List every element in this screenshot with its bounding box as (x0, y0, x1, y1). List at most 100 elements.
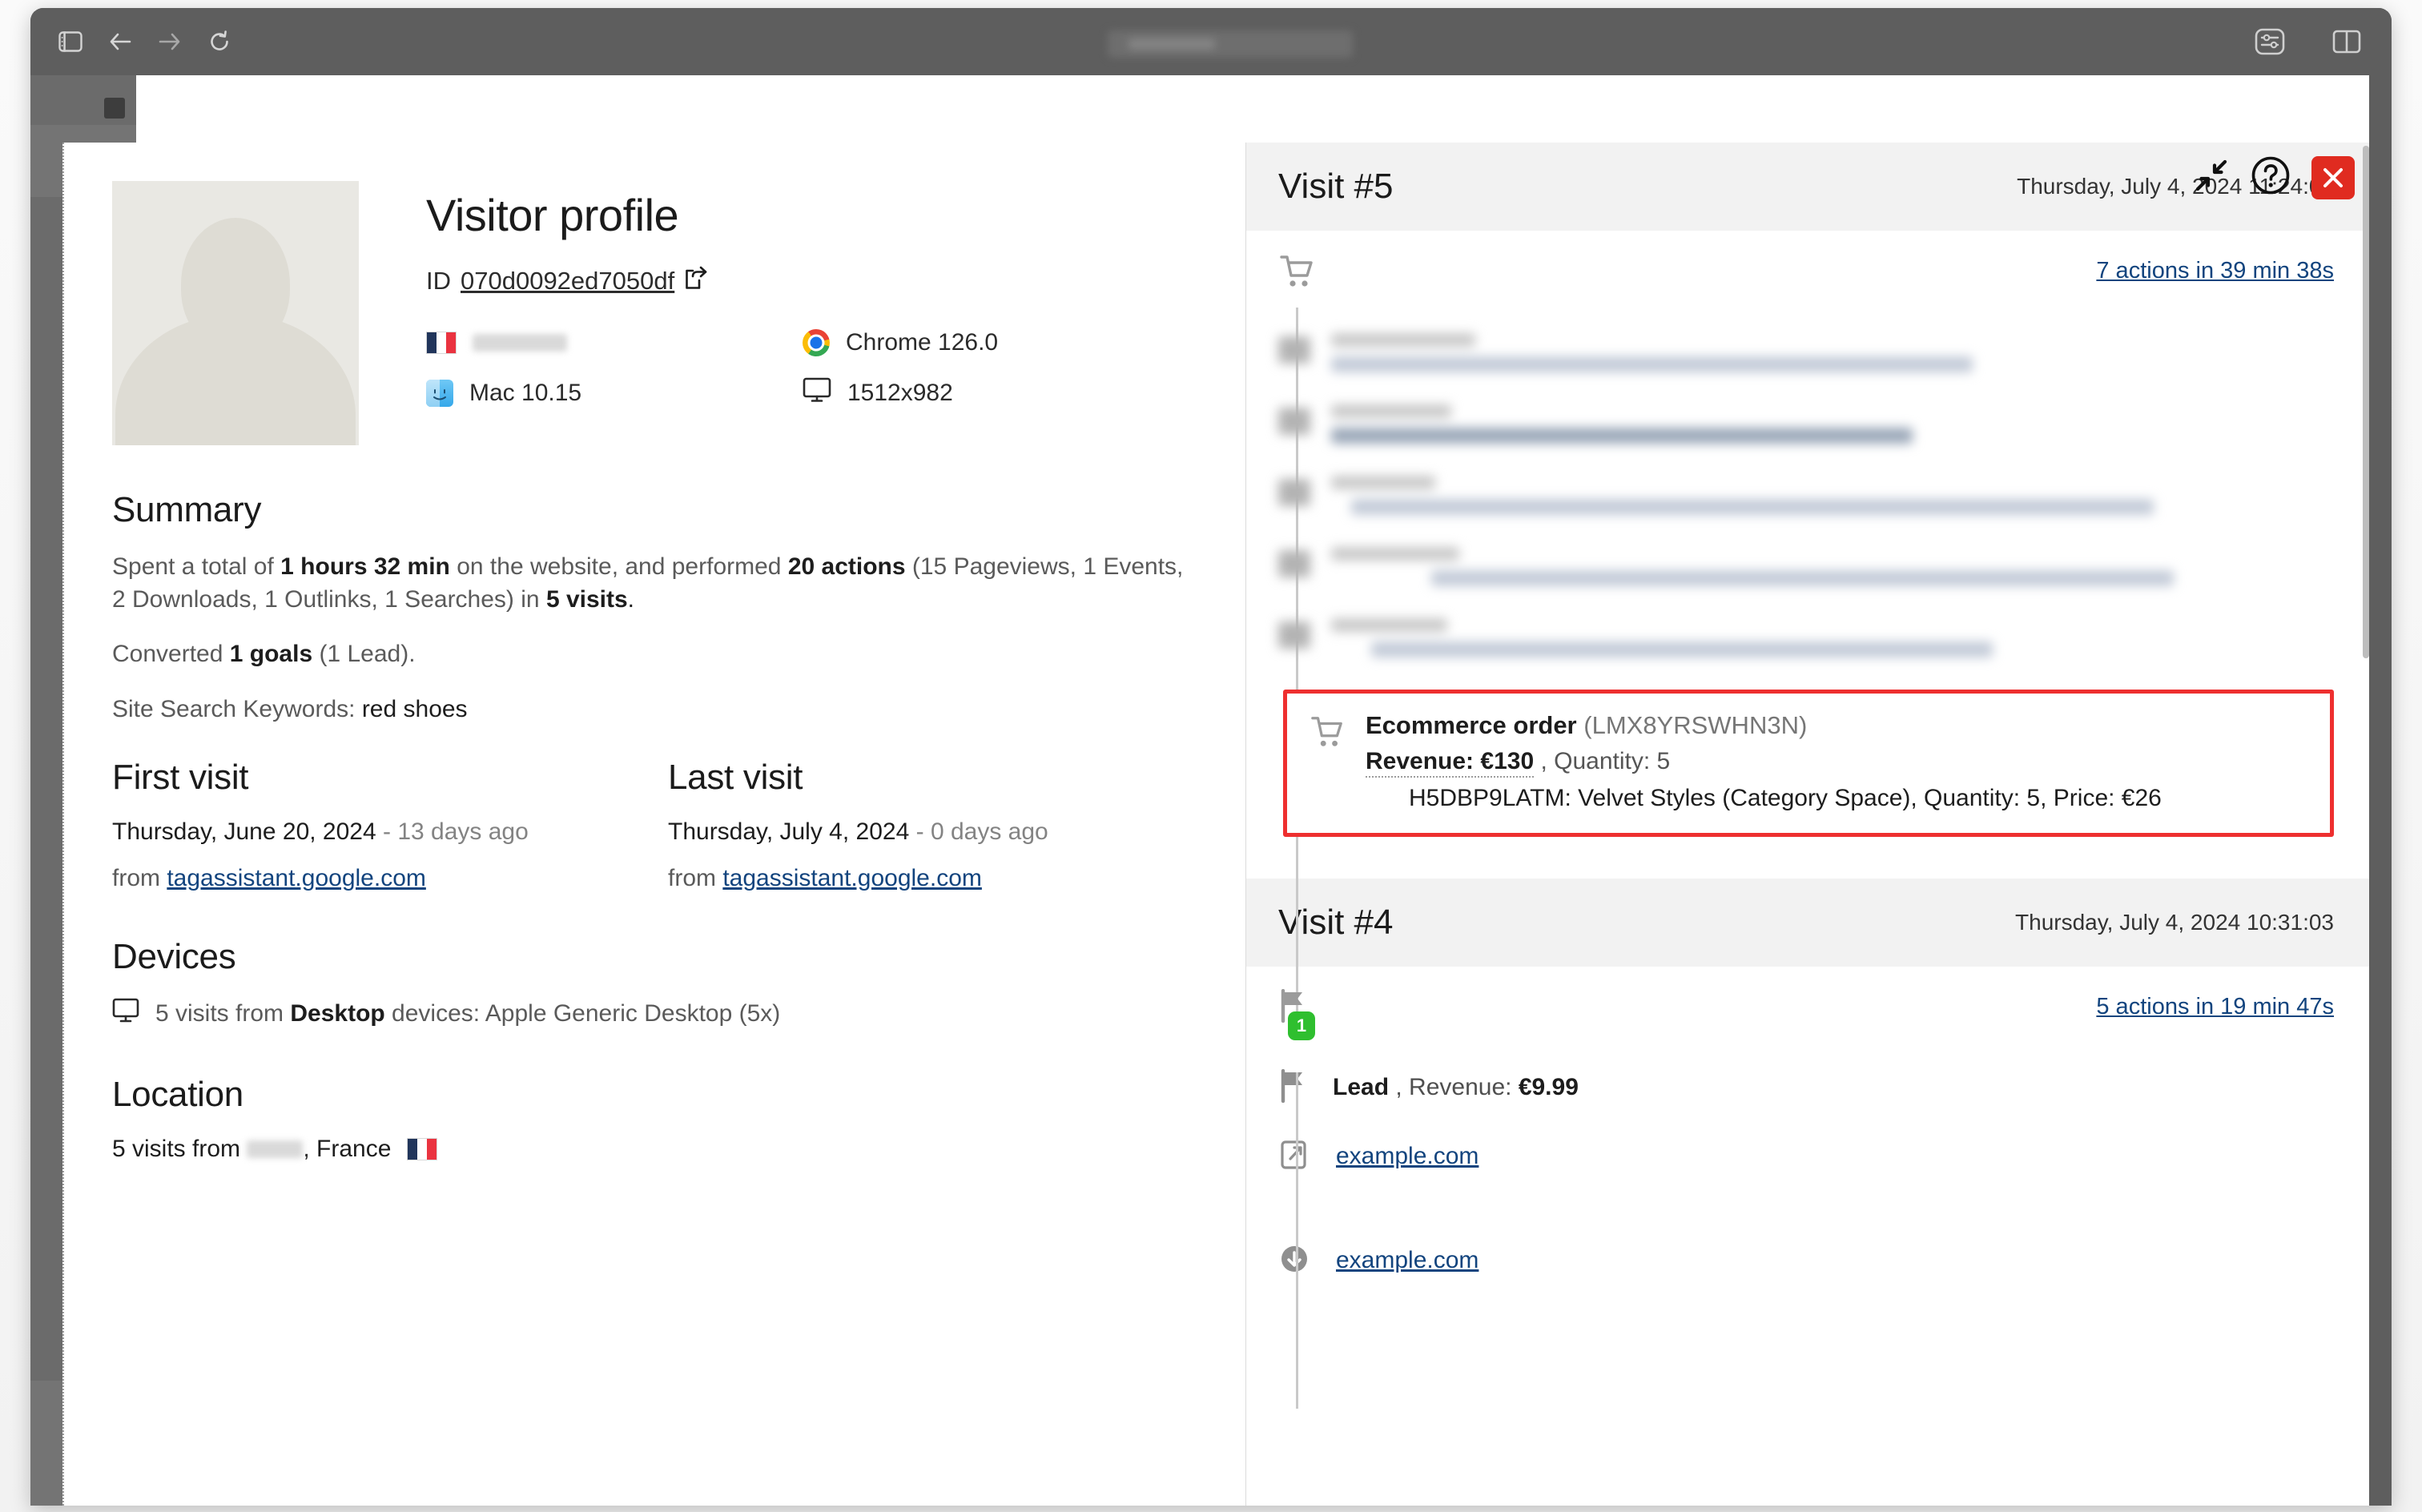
tab-overview-icon[interactable] (2326, 21, 2368, 62)
site-search-label: Site Search Keywords: (112, 695, 362, 722)
redacted-action-row (1278, 476, 2334, 525)
country-value-redacted (473, 334, 567, 352)
first-visit-block: First visit Thursday, June 20, 2024 - 13… (112, 758, 668, 892)
os-value: Mac 10.15 (469, 380, 582, 406)
visit-goal-flag-group: 1 (1278, 988, 1323, 1048)
visit-header: Visit #4 Thursday, July 4, 2024 10:31:03 (1246, 879, 2371, 967)
devices-type: Desktop (290, 1000, 385, 1027)
visit-title: Visit #5 (1278, 167, 1394, 206)
summary-l1-mid: on the website, and performed (449, 553, 788, 580)
desktop-monitor-icon (803, 377, 831, 409)
redacted-action-row (1278, 404, 2334, 453)
reload-icon[interactable] (199, 21, 240, 62)
profile-meta: Visitor profile ID 070d0092ed7050df Chro… (426, 181, 1196, 445)
summary-goals-count: 1 goals (229, 641, 313, 667)
avatar-body-shape (115, 314, 356, 445)
summary-actions-count: 20 actions (787, 553, 906, 580)
summary-heading: Summary (112, 490, 262, 529)
browser-toolbar (30, 8, 2392, 75)
shopping-cart-icon (1278, 253, 1315, 290)
last-visit-date-value: Thursday, July 4, 2024 (668, 818, 910, 845)
sidebar-toggle-icon[interactable] (50, 21, 91, 62)
external-link-icon[interactable] (684, 265, 708, 297)
visitor-id-value[interactable]: 070d0092ed7050df (461, 267, 674, 296)
order-label: Ecommerce order (1366, 711, 1577, 739)
outlink-link[interactable]: example.com (1336, 1143, 1479, 1170)
last-visit-referrer-link[interactable]: tagassistant.google.com (722, 865, 982, 891)
first-visit-heading: First visit (112, 758, 249, 797)
scrollbar-thumb[interactable] (2363, 146, 2369, 658)
desktop-monitor-icon (112, 998, 139, 1030)
visitor-id-label: ID (426, 267, 451, 295)
download-row: example.com (1278, 1242, 2334, 1279)
goal-count-badge: 1 (1288, 1011, 1315, 1040)
location-text: 5 visits from , France (112, 1136, 391, 1163)
window-right-edge (2369, 75, 2392, 1506)
summary-l1-end: . (627, 585, 635, 613)
visit-actions-link[interactable]: 5 actions in 19 min 47s (2096, 989, 2334, 1020)
france-flag-icon (426, 332, 457, 354)
location-row: 5 visits from , France (112, 1136, 1196, 1163)
avatar (112, 181, 359, 445)
first-visit-ago: - 13 days ago (376, 818, 529, 845)
france-flag-icon (407, 1138, 438, 1160)
first-visit-from-label: from (112, 865, 167, 891)
order-revenue-row: Revenue: €130 , Quantity: 5 (1366, 748, 2307, 778)
download-link[interactable]: example.com (1336, 1247, 1479, 1274)
first-visit-referrer-row: from tagassistant.google.com (112, 865, 668, 892)
reader-settings-icon[interactable] (2249, 21, 2291, 62)
location-country: , France (303, 1136, 392, 1162)
devices-text: 5 visits from Desktop devices: Apple Gen… (155, 1000, 780, 1027)
redacted-action-text (1331, 333, 2334, 382)
order-title-row: Ecommerce order (LMX8YRSWHN3N) (1366, 711, 2307, 740)
close-button[interactable] (2311, 155, 2355, 199)
summary-l1-pre: Spent a total of (112, 553, 281, 580)
order-quantity: , Quantity: 5 (1534, 748, 1671, 774)
summary-l2-end: (1 Lead). (312, 641, 416, 667)
help-icon[interactable] (2251, 155, 2291, 199)
order-revenue: Revenue: €130 (1366, 748, 1535, 778)
order-item-line: H5DBP9LATM: Velvet Styles (Category Spac… (1409, 785, 2162, 811)
collapse-icon[interactable] (2193, 157, 2230, 198)
sidebar-icon-1[interactable] (104, 98, 125, 119)
last-visit-block: Last visit Thursday, July 4, 2024 - 0 da… (668, 758, 1196, 892)
outlink-row: example.com (1278, 1138, 2334, 1175)
first-visit-date: Thursday, June 20, 2024 - 13 days ago (112, 818, 668, 846)
address-bar[interactable] (1108, 30, 1353, 58)
visit-actions-link[interactable]: 7 actions in 39 min 38s (2096, 253, 2334, 284)
goal-conversion-row: Lead , Revenue: €9.99 (1278, 1068, 2334, 1106)
summary-visits-count: 5 visits (545, 585, 628, 613)
visit-actions-row: 1 5 actions in 19 min 47s (1278, 988, 2334, 1048)
visitor-id-row: ID 070d0092ed7050df (426, 265, 1196, 297)
ecommerce-order-highlight: Ecommerce order (LMX8YRSWHN3N) Revenue: … (1283, 690, 2334, 837)
last-visit-referrer-row: from tagassistant.google.com (668, 865, 1196, 892)
summary-line-1: Spent a total of 1 hours 32 min on the w… (112, 551, 1196, 616)
first-visit-date-value: Thursday, June 20, 2024 (112, 818, 376, 845)
visits-log-pane: Visit #5 Thursday, July 4, 2024 11:24:04… (1245, 143, 2371, 1506)
summary-line-2: Converted 1 goals (1 Lead). (112, 638, 1196, 671)
summary-time-spent: 1 hours 32 min (280, 553, 450, 580)
redacted-action-text (1331, 404, 2334, 453)
last-visit-from-label: from (668, 865, 723, 891)
visit-actions-row: 7 actions in 39 min 38s (1278, 253, 2334, 312)
redacted-action-icon (1278, 408, 1310, 435)
devices-row: 5 visits from Desktop devices: Apple Gen… (112, 998, 1196, 1030)
browser-window: Visitor profile ID 070d0092ed7050df Chro… (30, 8, 2392, 1506)
forward-arrow-icon[interactable] (149, 21, 191, 62)
first-visit-referrer-link[interactable]: tagassistant.google.com (167, 865, 426, 891)
last-visit-heading: Last visit (668, 758, 803, 797)
toolbar-right-group (2230, 21, 2368, 62)
visitor-profile-pane: Visitor profile ID 070d0092ed7050df Chro… (64, 143, 1244, 1506)
back-arrow-icon[interactable] (99, 21, 141, 62)
page-body: Visitor profile ID 070d0092ed7050df Chro… (30, 75, 2392, 1506)
redacted-action-text (1331, 618, 2334, 667)
attribute-browser: Chrome 126.0 (803, 329, 1196, 356)
modal-scrollbar[interactable] (2363, 143, 2369, 1506)
redacted-action-icon (1278, 621, 1310, 649)
redacted-action-row (1278, 618, 2334, 667)
visit-body: 1 5 actions in 19 min 47s Lead , Revenue… (1246, 967, 2371, 1409)
browser-value: Chrome 126.0 (846, 329, 999, 356)
site-search-value: red shoes (361, 695, 468, 722)
redacted-action-text (1331, 547, 2334, 596)
devices-heading: Devices (112, 937, 236, 976)
